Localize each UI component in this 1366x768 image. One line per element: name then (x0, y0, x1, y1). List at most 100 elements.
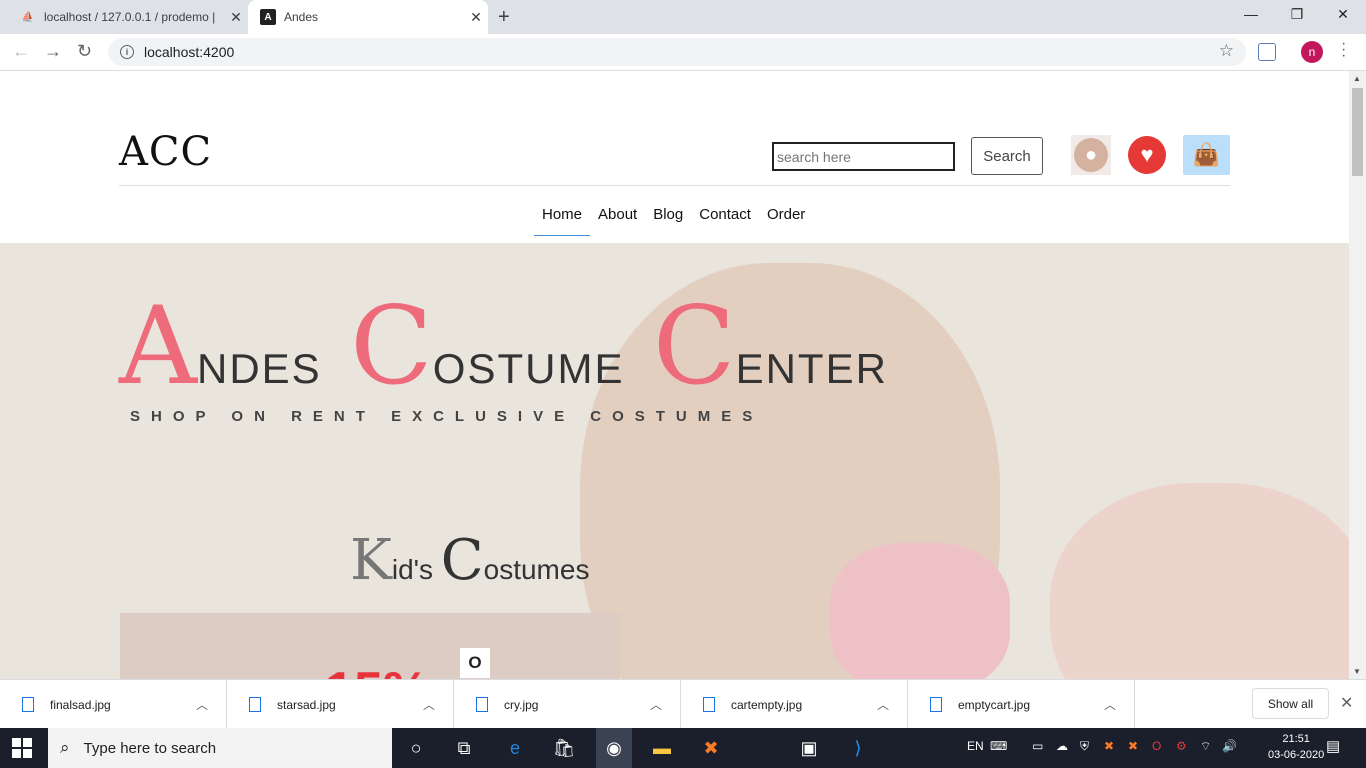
maximize-button[interactable]: ❐ (1274, 6, 1320, 23)
close-tab-icon[interactable]: ✕ (464, 9, 488, 26)
xampp-tray-icon[interactable]: ✖ (1128, 739, 1138, 753)
task-view-icon[interactable]: ⧉ (452, 736, 476, 760)
nav-order[interactable]: Order (759, 200, 813, 236)
chevron-up-icon[interactable]: ︿ (1104, 696, 1134, 713)
title-initial: C (350, 284, 433, 409)
extension-icon[interactable] (1258, 43, 1276, 61)
cloud-icon[interactable]: ☁ (1056, 739, 1068, 753)
chevron-up-icon[interactable]: ︿ (877, 696, 907, 713)
user-icon: ● (1074, 138, 1108, 172)
phpmyadmin-icon: ⛵ (21, 11, 35, 23)
windows-start-icon[interactable] (12, 738, 32, 758)
new-tab-button[interactable]: + (498, 6, 510, 29)
title-word: ENTER (735, 345, 888, 392)
close-icon[interactable]: ✕ (1340, 693, 1353, 713)
address-bar[interactable]: i localhost:4200 ☆ (108, 38, 1246, 66)
edge-icon[interactable]: e (503, 736, 527, 760)
browser-tab-strip: ⛵ localhost / 127.0.0.1 / prodemo | ✕ A … (0, 0, 1366, 34)
taskbar-search[interactable]: ⌕ Type here to search (48, 728, 392, 768)
nav-home[interactable]: Home (534, 200, 591, 236)
page-scrollbar[interactable]: ▲ ▼ (1349, 71, 1366, 679)
taskbar-search-placeholder: Type here to search (83, 739, 217, 757)
bookmark-star-icon[interactable]: ☆ (1219, 41, 1234, 61)
show-all-downloads-button[interactable]: Show all (1252, 688, 1329, 719)
promo-discount: 15% (325, 661, 429, 679)
more-menu-icon[interactable]: · · · (1341, 36, 1346, 64)
download-item[interactable]: cartempty.jpg ︿ (681, 680, 908, 729)
system-clock[interactable]: 21:51 03-06-2020 (1268, 731, 1324, 763)
download-filename: cry.jpg (504, 697, 539, 712)
clock-time: 21:51 (1282, 733, 1310, 745)
reload-icon[interactable]: ↻ (77, 41, 92, 62)
opera-icon[interactable]: O (1152, 739, 1161, 753)
user-account-button[interactable]: ● (1071, 135, 1111, 175)
back-icon[interactable]: ← (12, 41, 30, 62)
file-icon (22, 697, 34, 712)
language-indicator[interactable]: EN (967, 739, 984, 753)
close-window-button[interactable]: ✕ (1320, 6, 1366, 23)
title-word: NDES (197, 345, 322, 392)
download-item[interactable]: starsad.jpg ︿ (227, 680, 454, 729)
file-explorer-icon[interactable]: ▬ (650, 736, 674, 760)
cortana-icon[interactable]: ○ (404, 736, 428, 760)
kids-costumes-heading: Kid's Costumes (350, 528, 589, 593)
hero-photo-girl (1050, 483, 1349, 679)
security-icon[interactable]: ⛨ (1080, 739, 1089, 754)
search-icon: ⌕ (60, 738, 70, 757)
site-logo[interactable]: ACC (119, 129, 212, 175)
angular-icon: A (260, 9, 276, 25)
terminal-icon[interactable]: ▣ (797, 736, 821, 760)
promo-badge: O (460, 648, 490, 678)
wishlist-button[interactable]: ♥ (1127, 135, 1167, 175)
close-tab-icon[interactable]: ✕ (224, 9, 248, 26)
download-item[interactable]: emptycart.jpg ︿ (908, 680, 1135, 729)
download-item[interactable]: finalsad.jpg ︿ (0, 680, 227, 729)
nav-contact[interactable]: Contact (691, 200, 759, 236)
vscode-icon[interactable]: ⟩ (846, 736, 870, 760)
scroll-down-icon[interactable]: ▼ (1353, 667, 1361, 676)
volume-icon[interactable]: 🔊 (1222, 739, 1237, 753)
shopping-bag-icon[interactable]: 👜 (1183, 135, 1230, 175)
chevron-up-icon[interactable]: ︿ (423, 696, 453, 713)
chrome-icon[interactable]: ◉ (596, 728, 632, 768)
file-icon (476, 697, 488, 712)
download-filename: starsad.jpg (277, 697, 336, 712)
xampp-tray-icon[interactable]: ✖ (1104, 739, 1114, 753)
hero-photo-hat (830, 543, 1010, 679)
chevron-up-icon[interactable]: ︿ (650, 696, 680, 713)
download-filename: finalsad.jpg (50, 697, 111, 712)
profile-avatar[interactable]: n (1301, 41, 1323, 63)
scrollbar-thumb[interactable] (1352, 88, 1363, 176)
kids-initial: K (350, 528, 392, 593)
tab-andes[interactable]: A Andes ✕ (248, 0, 488, 34)
tab-phpmyadmin[interactable]: ⛵ localhost / 127.0.0.1 / prodemo | ✕ (8, 0, 248, 34)
title-word: OSTUME (432, 345, 625, 392)
store-icon[interactable]: 🛍 (552, 736, 576, 760)
scroll-up-icon[interactable]: ▲ (1353, 74, 1361, 83)
hero-title: ANDES COSTUME CENTER (119, 293, 912, 401)
search-input[interactable] (772, 142, 955, 171)
minimize-button[interactable]: — (1228, 6, 1274, 22)
keyboard-icon[interactable]: ⌨ (990, 739, 1007, 753)
wifi-icon[interactable]: ⌔ (1200, 739, 1211, 754)
search-button[interactable]: Search (971, 137, 1043, 175)
download-item[interactable]: cry.jpg ︿ (454, 680, 681, 729)
chevron-up-icon[interactable]: ︿ (196, 696, 226, 713)
page-viewport: ACC Search ● ♥ 👜 Home About Blog Contact… (0, 71, 1349, 679)
url-text: localhost:4200 (144, 44, 235, 60)
app-tray-icon[interactable]: ⚙ (1176, 739, 1187, 753)
xampp-icon[interactable]: ✖ (699, 736, 723, 760)
nav-about[interactable]: About (590, 200, 645, 236)
battery-icon[interactable]: ▭ (1032, 739, 1043, 753)
info-icon[interactable]: i (120, 45, 134, 59)
hero-banner: ANDES COSTUME CENTER SHOP ON RENT EXCLUS… (0, 243, 1349, 679)
header-divider (119, 185, 1230, 186)
title-initial: A (119, 284, 197, 409)
download-filename: cartempty.jpg (731, 697, 803, 712)
download-filename: emptycart.jpg (958, 697, 1031, 712)
browser-toolbar: ← → ↻ i localhost:4200 ☆ n · · · (0, 34, 1366, 71)
forward-icon[interactable]: → (44, 41, 62, 62)
notifications-icon[interactable]: ▤ (1326, 737, 1340, 755)
kids-word: id's (391, 554, 433, 585)
nav-blog[interactable]: Blog (645, 200, 691, 236)
